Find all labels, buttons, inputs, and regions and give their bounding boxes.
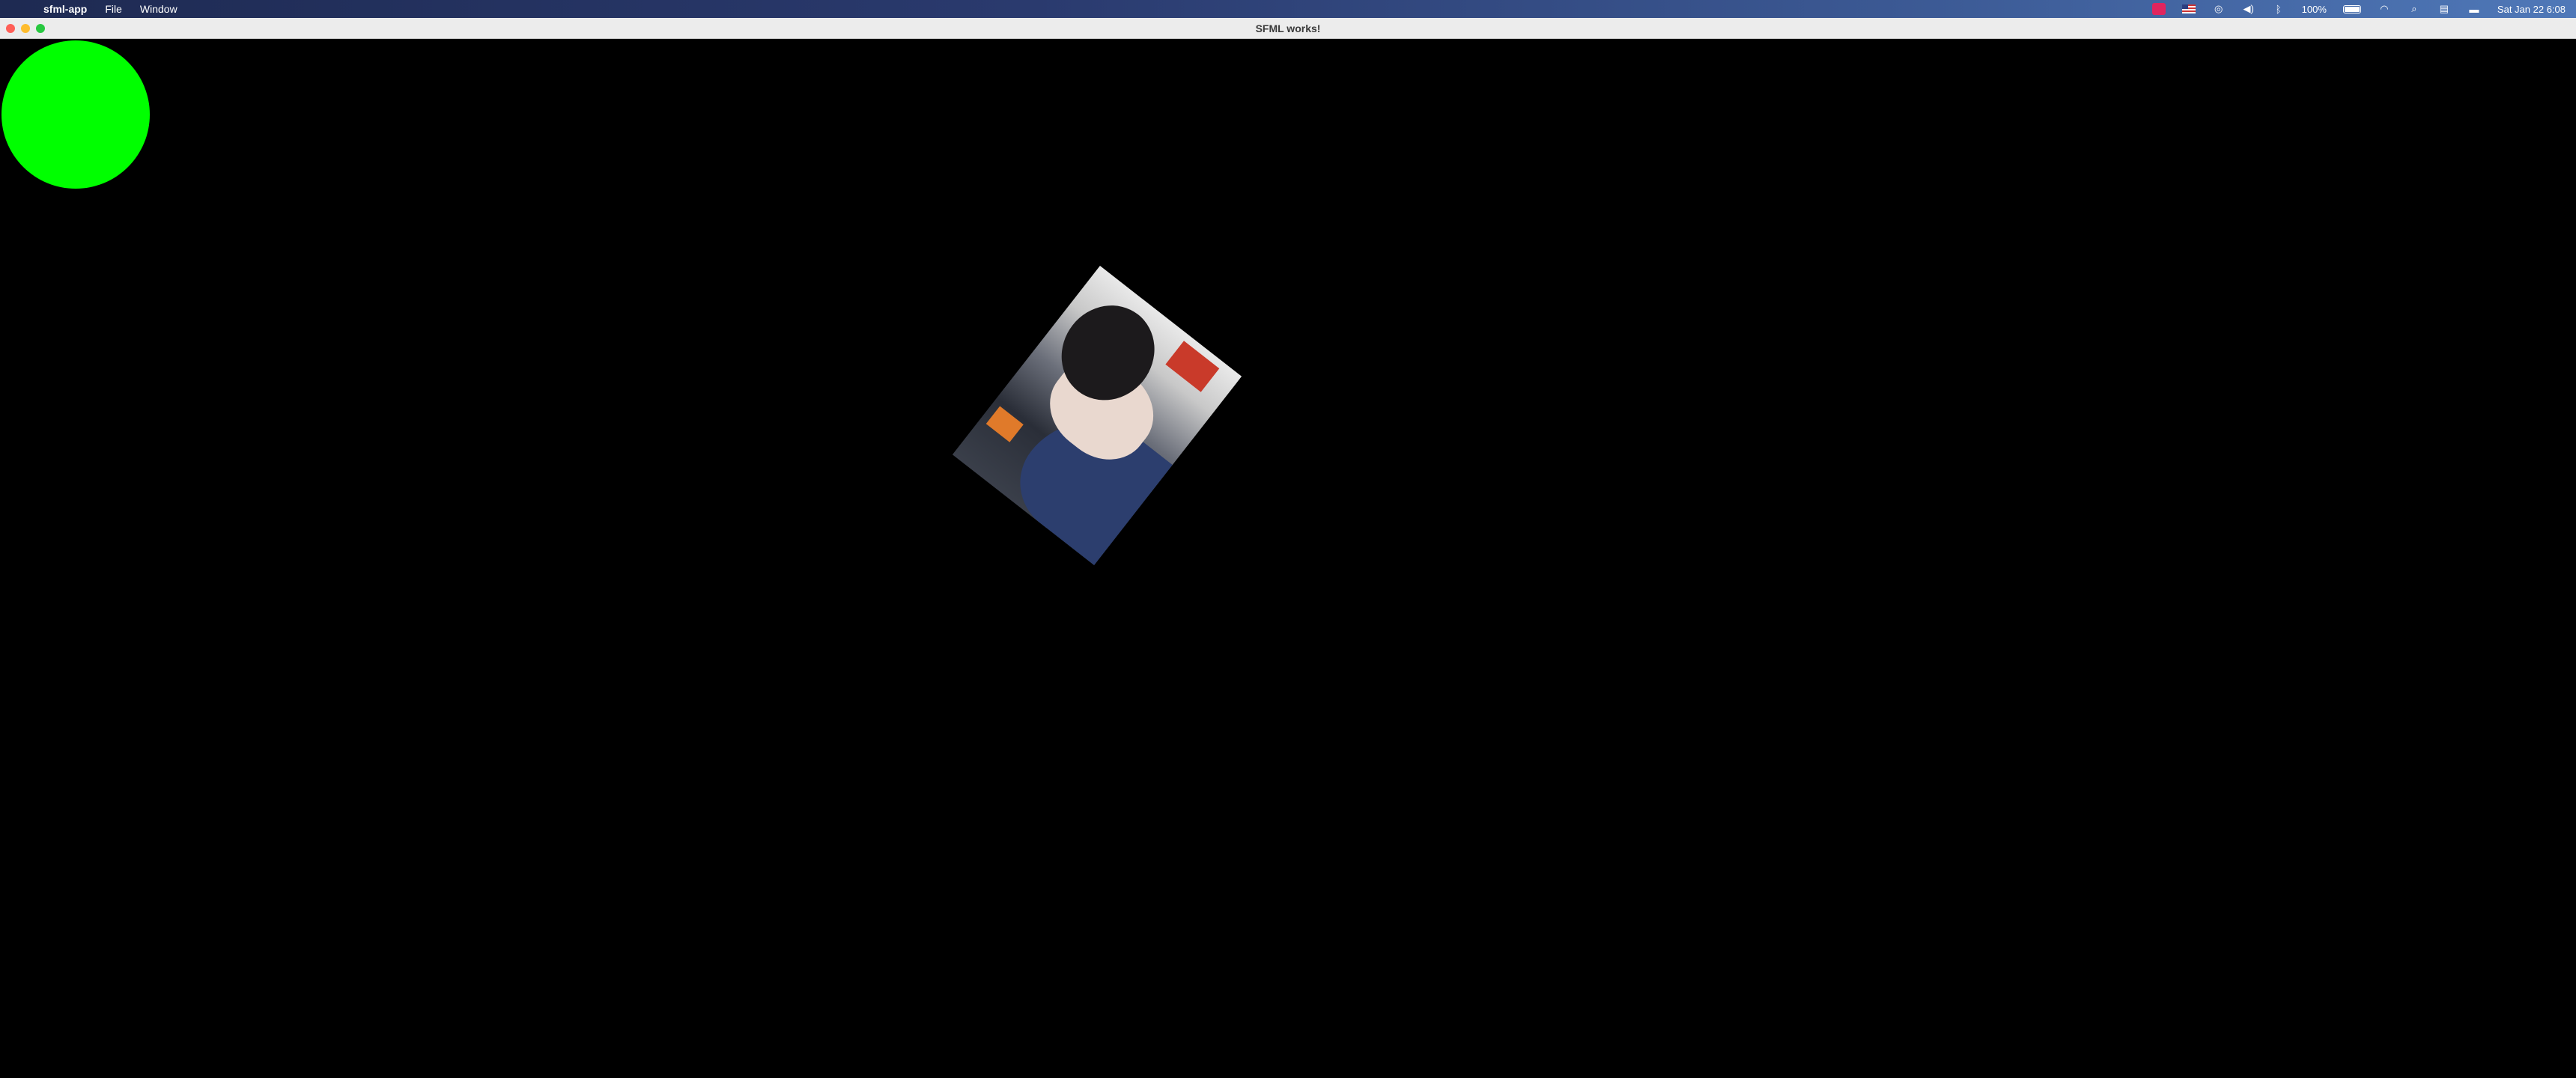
- menu-file[interactable]: File: [105, 3, 122, 15]
- window-title: SFML works!: [1255, 22, 1321, 34]
- wifi-icon[interactable]: ◠: [2378, 3, 2391, 14]
- search-icon[interactable]: ⌕: [2408, 3, 2421, 14]
- status-area: ◎ ◀) ᛒ 100% ◠ ⌕ ▤ ▬ Sat Jan 22 6:08: [2151, 0, 2566, 18]
- battery-icon[interactable]: [2342, 4, 2361, 13]
- input-source-flag-icon[interactable]: [2181, 4, 2196, 13]
- window-title-bar[interactable]: SFML works!: [0, 18, 2576, 39]
- rotated-photo-sprite: [952, 266, 1242, 565]
- control-center-icon[interactable]: ▤: [2437, 3, 2451, 14]
- menu-bar: sfml-app File Window ◎ ◀) ᛒ 100% ◠ ⌕ ▤ ▬…: [0, 0, 2576, 18]
- notification-icon[interactable]: ▬: [2467, 4, 2481, 15]
- green-circle-shape: [1, 40, 150, 189]
- screen-record-icon[interactable]: [2151, 3, 2166, 15]
- menu-window[interactable]: Window: [140, 3, 177, 15]
- sprite-background-accent: [985, 406, 1024, 442]
- volume-icon[interactable]: ◀): [2242, 3, 2255, 14]
- menu-bar-left: sfml-app File Window: [0, 0, 177, 18]
- control-icon[interactable]: ◎: [2212, 3, 2226, 14]
- battery-percent: 100%: [2301, 3, 2327, 15]
- datetime[interactable]: Sat Jan 22 6:08: [2497, 4, 2566, 15]
- app-menu[interactable]: sfml-app: [43, 3, 87, 15]
- bluetooth-icon[interactable]: ᛒ: [2272, 4, 2285, 15]
- sprite-background-accent: [1165, 341, 1220, 392]
- sfml-canvas[interactable]: [0, 39, 2576, 1078]
